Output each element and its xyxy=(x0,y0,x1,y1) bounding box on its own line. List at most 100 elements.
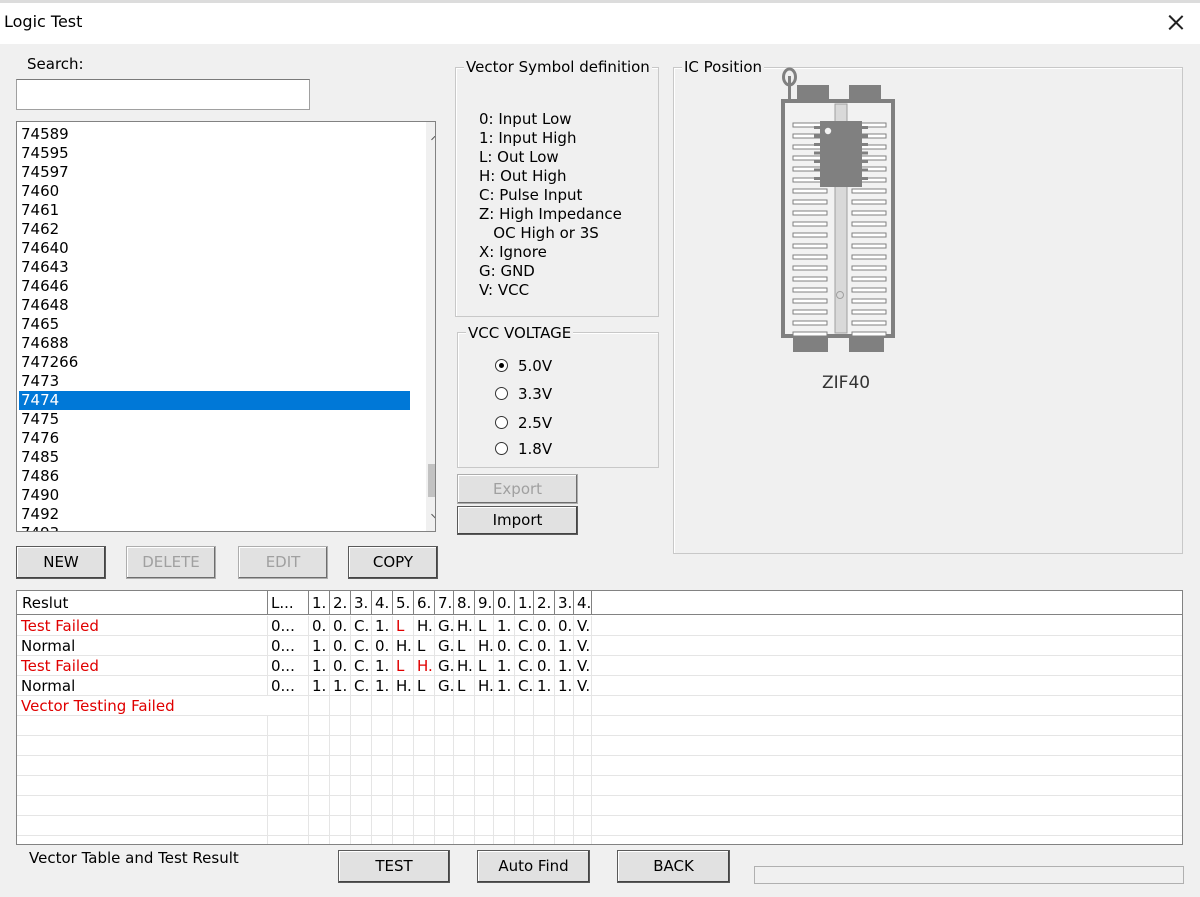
column-header[interactable]: 7. xyxy=(435,591,454,615)
column-header[interactable]: Reslut xyxy=(17,591,268,615)
vector-cell xyxy=(372,736,393,756)
vector-symbol-line: L: Out Low xyxy=(479,148,559,166)
vector-cell xyxy=(475,836,494,844)
list-item[interactable]: 74640 xyxy=(19,239,410,258)
vector-cell xyxy=(309,776,330,796)
table-row[interactable] xyxy=(17,836,1182,844)
list-item[interactable]: 7486 xyxy=(19,467,410,486)
import-button[interactable]: Import xyxy=(457,506,578,535)
results-table[interactable]: Reslut L... 1. 2. 3. 4. 5. 6. 7. 8. 9. 0. 1. 2. 3. 4. T… xyxy=(16,590,1183,845)
list-item[interactable]: 7475 xyxy=(19,410,410,429)
vector-cell xyxy=(351,836,372,844)
column-header[interactable]: 8. xyxy=(454,591,475,615)
list-item[interactable]: 7492 xyxy=(19,505,410,524)
list-item[interactable]: 74648 xyxy=(19,296,410,315)
list-item[interactable]: 7461 xyxy=(19,201,410,220)
test-button[interactable]: TEST xyxy=(338,850,450,883)
column-header[interactable]: 1. xyxy=(515,591,534,615)
vector-cell xyxy=(435,776,454,796)
list-item[interactable]: 7473 xyxy=(19,372,410,391)
vector-cell: H. xyxy=(414,656,435,676)
vector-cell: 1. xyxy=(309,676,330,696)
column-header[interactable]: 3. xyxy=(555,591,574,615)
column-header[interactable]: 4. xyxy=(372,591,393,615)
radio-icon[interactable] xyxy=(495,359,508,372)
table-row[interactable]: Vector Testing Failed xyxy=(17,696,1182,716)
delete-button[interactable]: DELETE xyxy=(126,546,216,579)
new-button[interactable]: NEW xyxy=(16,546,106,579)
column-header[interactable]: 6. xyxy=(414,591,435,615)
table-row[interactable]: Normal0...1.0.C.0.H.LG.LH.0.C.0.1.V... xyxy=(17,636,1182,656)
column-header[interactable]: 2. xyxy=(330,591,351,615)
column-header[interactable]: 2. xyxy=(534,591,555,615)
table-row[interactable]: Test Failed 0... 1. 0. C. 1. L H. G. H. L 1. C. 0. 1. V… xyxy=(17,656,1182,676)
table-row[interactable] xyxy=(17,736,1182,756)
list-item[interactable]: 7476 xyxy=(19,429,410,448)
vector-cell: 0. xyxy=(309,616,330,636)
results-header: Reslut L... 1. 2. 3. 4. 5. 6. 7. 8. 9. 0. 1. 2. 3. 4. xyxy=(17,591,1182,615)
scroll-down-icon[interactable] xyxy=(426,506,435,530)
vector-cell xyxy=(309,736,330,756)
copy-button[interactable]: COPY xyxy=(348,546,438,579)
vector-cell xyxy=(414,756,435,776)
vector-cell xyxy=(435,736,454,756)
vector-cell: 0. xyxy=(372,636,393,656)
table-row[interactable] xyxy=(17,796,1182,816)
column-header[interactable]: 9. xyxy=(475,591,494,615)
vector-cell xyxy=(268,836,309,844)
vector-cell: V... xyxy=(574,636,592,656)
table-row[interactable]: Normal0...1.1.C.1.H.LG.LH.1.C.1.1.V... xyxy=(17,676,1182,696)
list-item[interactable]: 74688 xyxy=(19,334,410,353)
table-row[interactable] xyxy=(17,716,1182,736)
scroll-thumb[interactable] xyxy=(428,464,435,497)
vector-cell xyxy=(475,716,494,736)
close-icon[interactable] xyxy=(1160,6,1192,38)
vcc-option-5-0v[interactable]: 5.0V xyxy=(495,357,575,375)
vector-cell xyxy=(494,796,515,816)
result-status-cell xyxy=(17,736,268,756)
list-item[interactable]: 7460 xyxy=(19,182,410,201)
list-item[interactable]: 74646 xyxy=(19,277,410,296)
radio-icon[interactable] xyxy=(495,442,508,455)
column-header[interactable]: 4. xyxy=(574,591,592,615)
list-item[interactable]: 74589 xyxy=(19,125,410,144)
list-item[interactable]: 7485 xyxy=(19,448,410,467)
scroll-up-icon[interactable] xyxy=(426,126,435,150)
column-header[interactable]: 1. xyxy=(309,591,330,615)
ic-list[interactable]: 74589 74595 74597 7460 7461 7462 74640 74643 746… xyxy=(16,121,436,532)
vector-cell xyxy=(494,716,515,736)
table-row[interactable] xyxy=(17,776,1182,796)
auto-find-button[interactable]: Auto Find xyxy=(477,850,590,883)
radio-icon[interactable] xyxy=(495,387,508,400)
vcc-voltage-legend: VCC VOLTAGE xyxy=(466,324,574,342)
vcc-option-3-3v[interactable]: 3.3V xyxy=(495,385,575,403)
list-item[interactable]: 7490 xyxy=(19,486,410,505)
table-row[interactable] xyxy=(17,816,1182,836)
list-item[interactable]: 74595 xyxy=(19,144,410,163)
search-input[interactable] xyxy=(16,79,310,110)
list-item[interactable]: 7474 xyxy=(19,391,410,410)
list-item[interactable]: 74643 xyxy=(19,258,410,277)
list-item[interactable]: 747266 xyxy=(19,353,410,372)
list-item[interactable]: 7465 xyxy=(19,315,410,334)
vcc-option-2-5v[interactable]: 2.5V xyxy=(495,414,575,432)
list-item[interactable]: 7493 xyxy=(19,524,410,531)
column-header[interactable]: L... xyxy=(268,591,309,615)
back-button[interactable]: BACK xyxy=(617,850,730,883)
list-item[interactable]: 7462 xyxy=(19,220,410,239)
column-header[interactable]: 5. xyxy=(393,591,414,615)
result-status-cell: Test Failed xyxy=(17,616,268,636)
table-row[interactable]: Test Failed 0... 0. 0. C. 1. L H. G. H. L 1. C. 0. 0. V… xyxy=(17,616,1182,636)
export-button[interactable]: Export xyxy=(457,474,578,504)
radio-icon[interactable] xyxy=(495,416,508,429)
column-header[interactable]: 0. xyxy=(494,591,515,615)
vector-symbol-line: G: GND xyxy=(479,262,535,280)
title-bar xyxy=(0,0,1200,44)
list-scrollbar[interactable] xyxy=(426,122,435,531)
table-row[interactable] xyxy=(17,756,1182,776)
vcc-option-1-8v[interactable]: 1.8V xyxy=(495,440,575,458)
column-header[interactable]: 3. xyxy=(351,591,372,615)
list-item[interactable]: 74597 xyxy=(19,163,410,182)
vector-cell: 1. xyxy=(372,676,393,696)
edit-button[interactable]: EDIT xyxy=(238,546,328,579)
